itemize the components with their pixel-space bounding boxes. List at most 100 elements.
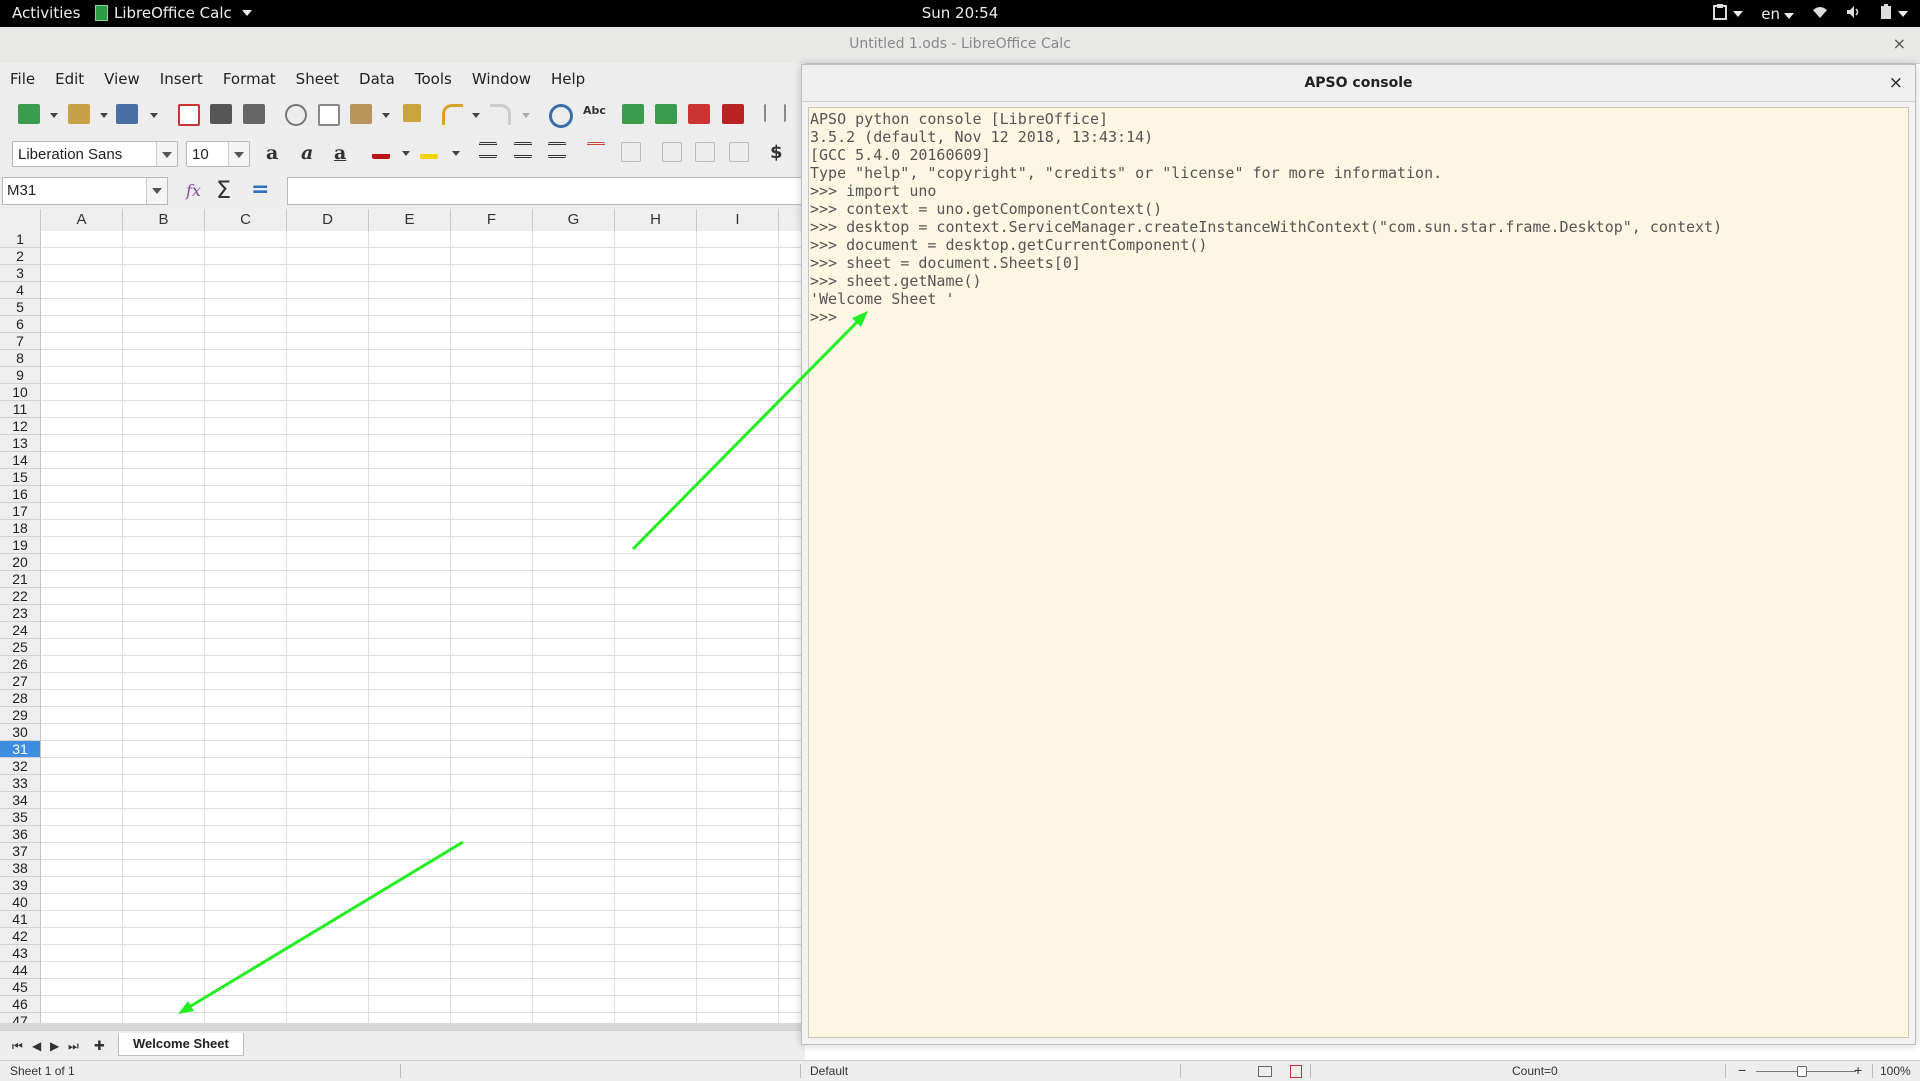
paste-icon[interactable] — [350, 104, 372, 124]
cut-icon[interactable] — [285, 104, 307, 126]
menu-sheet[interactable]: Sheet — [286, 70, 349, 88]
delete-row-icon[interactable] — [688, 104, 710, 124]
row-header[interactable]: 22 — [0, 588, 41, 605]
column-icon[interactable] — [655, 104, 677, 124]
column-header-g[interactable]: G — [533, 209, 615, 231]
sheet-position[interactable]: Sheet 1 of 1 — [10, 1064, 75, 1078]
sort-icon[interactable] — [764, 104, 786, 122]
add-sheet-button[interactable]: ✚ — [94, 1039, 105, 1054]
console-close-button[interactable]: × — [1889, 65, 1903, 101]
column-header-d[interactable]: D — [287, 209, 369, 231]
name-box[interactable]: M31 — [2, 177, 168, 205]
row-header[interactable]: 15 — [0, 469, 41, 486]
underline-icon[interactable]: a — [334, 142, 346, 164]
row-header[interactable]: 25 — [0, 639, 41, 656]
function-wizard-icon[interactable]: fx — [184, 179, 208, 205]
italic-icon[interactable]: a — [301, 142, 313, 164]
row-header[interactable]: 2 — [0, 248, 41, 265]
font-color-icon[interactable] — [372, 142, 390, 159]
menu-file[interactable]: File — [0, 70, 45, 88]
row-header[interactable]: 3 — [0, 265, 41, 282]
row-header[interactable]: 45 — [0, 979, 41, 996]
font-name-box[interactable]: Liberation Sans — [12, 141, 178, 167]
row-header[interactable]: 4 — [0, 282, 41, 299]
selection-mode-icon[interactable] — [1258, 1066, 1272, 1077]
row-header[interactable]: 32 — [0, 758, 41, 775]
row-header[interactable]: 7 — [0, 333, 41, 350]
row-header[interactable]: 39 — [0, 877, 41, 894]
column-header-i[interactable]: I — [697, 209, 779, 231]
row-header[interactable]: 9 — [0, 367, 41, 384]
row-header[interactable]: 19 — [0, 537, 41, 554]
chevron-down-icon[interactable] — [100, 113, 108, 118]
next-sheet-button[interactable]: ▶ — [50, 1039, 59, 1053]
row-header[interactable]: 34 — [0, 792, 41, 809]
row-header[interactable]: 26 — [0, 656, 41, 673]
align-middle-icon[interactable] — [695, 142, 715, 162]
chevron-down-icon[interactable] — [472, 113, 480, 118]
row-header[interactable]: 33 — [0, 775, 41, 792]
chevron-down-icon[interactable] — [1733, 11, 1744, 17]
chevron-down-icon[interactable] — [1898, 11, 1908, 17]
row-header[interactable]: 6 — [0, 316, 41, 333]
menu-help[interactable]: Help — [541, 70, 595, 88]
row-header[interactable]: 40 — [0, 894, 41, 911]
chevron-down-icon[interactable] — [50, 113, 58, 118]
spelling-icon[interactable]: Abc — [583, 104, 606, 122]
align-left-icon[interactable] — [479, 142, 497, 158]
cell-grid[interactable]: 1 2 3 4 5 6 7 8 9 10 11 12 13 14 15 16 17 18 19 20 21 22 23 24 2… — [0, 231, 805, 1023]
chevron-down-icon[interactable] — [146, 178, 167, 204]
first-sheet-button[interactable]: ⏮ — [12, 1039, 23, 1054]
row-header[interactable]: 13 — [0, 435, 41, 452]
row-header[interactable]: 1 — [0, 231, 41, 248]
menu-insert[interactable]: Insert — [150, 70, 213, 88]
bold-icon[interactable]: a — [266, 142, 278, 164]
zoom-slider-handle[interactable] — [1797, 1066, 1807, 1077]
clone-formatting-icon[interactable] — [403, 104, 421, 122]
row-header[interactable]: 8 — [0, 350, 41, 367]
find-replace-icon[interactable] — [549, 104, 573, 128]
window-close-button[interactable]: × — [1893, 27, 1906, 61]
previous-sheet-button[interactable]: ◀ — [32, 1039, 41, 1053]
menu-format[interactable]: Format — [213, 70, 286, 88]
row-header[interactable]: 11 — [0, 401, 41, 418]
row-icon[interactable] — [622, 104, 644, 124]
align-center-icon[interactable] — [514, 142, 532, 158]
formula-input[interactable] — [287, 177, 805, 205]
column-header-h[interactable]: H — [615, 209, 697, 231]
console-prompt[interactable]: >>> — [809, 308, 1908, 326]
wifi-icon[interactable] — [1812, 5, 1828, 23]
page-style[interactable]: Default — [810, 1064, 848, 1078]
row-header[interactable]: 41 — [0, 911, 41, 928]
row-header[interactable]: 18 — [0, 520, 41, 537]
column-header-c[interactable]: C — [205, 209, 287, 231]
delete-column-icon[interactable] — [722, 104, 744, 124]
row-header[interactable]: 5 — [0, 299, 41, 316]
row-header[interactable]: 37 — [0, 843, 41, 860]
row-header[interactable]: 36 — [0, 826, 41, 843]
column-header-b[interactable]: B — [123, 209, 205, 231]
menu-tools[interactable]: Tools — [405, 70, 462, 88]
sheet-tab-welcome[interactable]: Welcome Sheet — [118, 1033, 244, 1056]
row-header[interactable]: 21 — [0, 571, 41, 588]
currency-format-button[interactable]: $ — [770, 142, 783, 163]
new-document-icon[interactable] — [18, 104, 40, 124]
document-modified-icon[interactable] — [1290, 1065, 1302, 1078]
row-header[interactable]: 20 — [0, 554, 41, 571]
zoom-level[interactable]: 100% — [1880, 1064, 1911, 1078]
menu-edit[interactable]: Edit — [45, 70, 94, 88]
volume-icon[interactable] — [1846, 5, 1862, 23]
row-header[interactable]: 23 — [0, 605, 41, 622]
zoom-out-button[interactable]: − — [1738, 1062, 1746, 1078]
chevron-down-icon[interactable] — [150, 113, 158, 118]
row-header[interactable]: 31 — [0, 741, 41, 758]
column-header-a[interactable]: A — [41, 209, 123, 231]
language-indicator[interactable]: en — [1761, 5, 1794, 23]
horizontal-scrollbar[interactable] — [0, 1023, 805, 1030]
last-sheet-button[interactable]: ⏭ — [68, 1039, 79, 1054]
menu-window[interactable]: Window — [462, 70, 541, 88]
row-header[interactable]: 17 — [0, 503, 41, 520]
sum-button[interactable]: Σ — [216, 176, 231, 204]
clipboard-icon[interactable] — [1713, 4, 1728, 24]
chevron-down-icon[interactable] — [228, 142, 249, 166]
